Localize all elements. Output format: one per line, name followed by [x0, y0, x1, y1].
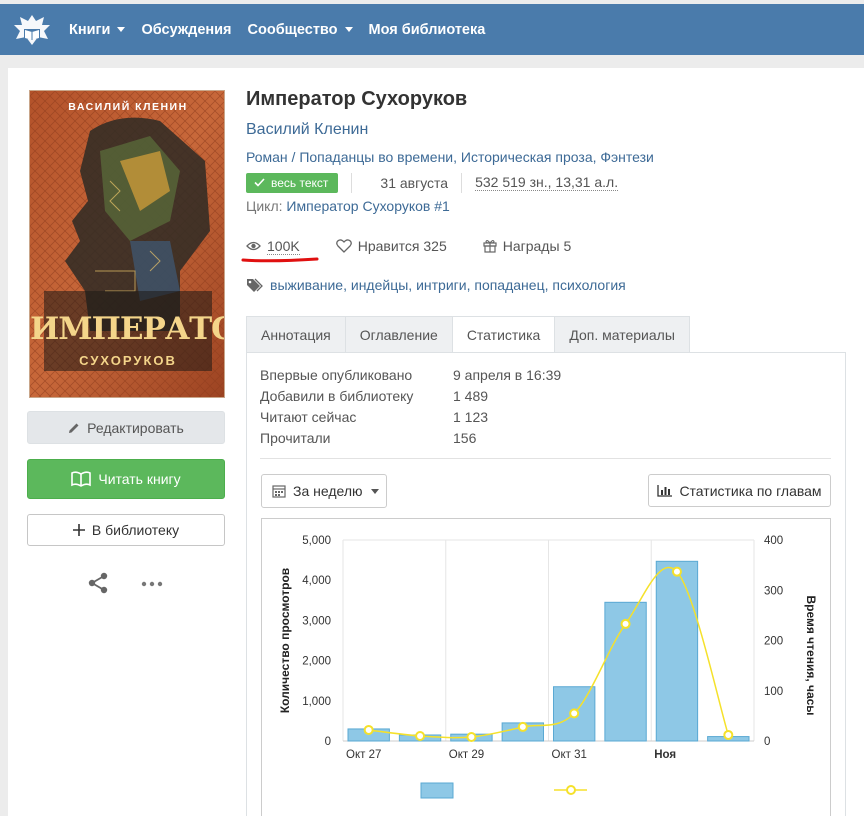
- y2-tick-label: 200: [764, 636, 783, 648]
- chart-point: [466, 731, 477, 742]
- nav-discussions[interactable]: Обсуждения: [141, 22, 231, 38]
- book-cover[interactable]: ВАСИЛИЙ КЛЕНИН ИМПЕРАТОР СУХОРУКОВ: [29, 90, 225, 398]
- y2-axis-title: Время чтения, часы: [804, 595, 818, 715]
- y2-tick-label: 100: [764, 686, 783, 698]
- book-open-icon: [71, 471, 92, 487]
- tag-list: выживание, индейцы, интриги, попаданец, …: [246, 277, 626, 293]
- tab-extra-materials[interactable]: Доп. материалы: [554, 316, 690, 353]
- tag-link[interactable]: индейцы: [351, 277, 408, 293]
- check-icon: [254, 178, 265, 187]
- chart-point: [415, 730, 426, 741]
- views-chart: 0 1,000 2,000 3,000 4,000 5,000 0 100 200 300 400 О…: [261, 518, 831, 816]
- book-meta: весь текст 31 августа 532 519 зн., 13,31…: [246, 172, 619, 193]
- main-nav: Книги Обсуждения Сообщество Моя библиоте…: [69, 4, 501, 55]
- stat-value: 1 489: [453, 388, 489, 404]
- plus-icon: [72, 524, 85, 536]
- read-book-button[interactable]: Читать книгу: [27, 459, 225, 499]
- tab-statistics[interactable]: Статистика: [451, 316, 555, 353]
- add-to-library-button[interactable]: В библиотеку: [27, 514, 225, 546]
- divider: [260, 458, 831, 459]
- nav-books[interactable]: Книги: [69, 22, 126, 38]
- awards-stat[interactable]: Награды 5: [483, 238, 571, 254]
- tags-icon: [246, 278, 263, 292]
- chart-point: [723, 729, 734, 740]
- chart-svg: 0 1,000 2,000 3,000 4,000 5,000 0 100 200 300 400 О…: [278, 535, 818, 799]
- nav-community[interactable]: Сообщество: [248, 22, 353, 38]
- period-select[interactable]: За неделю: [261, 474, 387, 508]
- cover-subtitle: СУХОРУКОВ: [79, 353, 177, 368]
- genre-link[interactable]: Историческая проза: [461, 149, 593, 165]
- chart-bar: [655, 560, 699, 742]
- views-stat[interactable]: 100K: [246, 238, 300, 255]
- share-icon[interactable]: [87, 572, 109, 594]
- stat-label: Добавили в библиотеку: [260, 388, 414, 404]
- publish-date: 31 августа: [380, 174, 449, 191]
- y2-tick-label: 300: [764, 585, 783, 597]
- stat-value: 156: [453, 430, 477, 446]
- chapter-stats-button[interactable]: Статистика по главам: [648, 474, 831, 507]
- y-axis-title: Количество просмотров: [278, 568, 292, 713]
- edit-button[interactable]: Редактировать: [27, 411, 225, 444]
- y-tick-label: 4,000: [302, 575, 331, 587]
- legend-line-marker: [566, 785, 576, 795]
- chevron-down-icon: [370, 488, 379, 494]
- book-title: Император Сухоруков: [246, 88, 468, 110]
- book-cycle: Цикл: Император Сухоруков #1: [246, 198, 450, 214]
- stat-label: Прочитали: [260, 430, 331, 446]
- cover-title: ИМПЕРАТОР: [30, 311, 224, 347]
- top-navbar: Книги Обсуждения Сообщество Моя библиоте…: [0, 4, 864, 55]
- y-tick-label: 0: [325, 736, 331, 748]
- cycle-link[interactable]: Император Сухоруков #1: [286, 198, 449, 214]
- tag-link[interactable]: выживание: [270, 277, 343, 293]
- stat-value: 9 апреля в 16:39: [453, 367, 562, 383]
- genre-link[interactable]: Попаданцы во времени: [299, 149, 453, 165]
- stat-value: 1 123: [453, 409, 489, 425]
- chart-point: [620, 618, 631, 629]
- book-stats-row: 100K Нравится 325 Награды 5: [246, 236, 607, 256]
- tag-link[interactable]: интриги: [416, 277, 467, 293]
- x-tick-label: Окт 29: [449, 749, 484, 761]
- tag-link[interactable]: попаданец: [474, 277, 544, 293]
- book-size: 532 519 зн., 13,31 а.л.: [475, 174, 619, 191]
- y-tick-label: 3,000: [302, 615, 331, 627]
- book-tabs: Аннотация Оглавление Статистика Доп. мат…: [246, 316, 690, 353]
- eye-icon: [246, 241, 261, 251]
- y-tick-label: 1,000: [302, 696, 331, 708]
- pencil-icon: [68, 422, 80, 434]
- heart-icon: [335, 239, 352, 253]
- chart-point: [569, 708, 580, 719]
- site-logo-icon[interactable]: [12, 11, 52, 49]
- legend-bar-swatch: [420, 782, 454, 799]
- y-tick-label: 5,000: [302, 535, 331, 547]
- chart-point: [517, 721, 528, 732]
- genre-link[interactable]: Фэнтези: [600, 149, 654, 165]
- likes-stat[interactable]: Нравится 325: [335, 238, 447, 254]
- chart-point: [671, 566, 682, 577]
- tag-link[interactable]: психология: [552, 277, 625, 293]
- y-tick-label: 2,000: [302, 656, 331, 668]
- more-icon[interactable]: [141, 580, 163, 588]
- bar-chart-icon: [657, 484, 673, 497]
- y2-tick-label: 400: [764, 535, 783, 547]
- nav-my-library[interactable]: Моя библиотека: [369, 22, 486, 38]
- chart-point: [363, 724, 374, 735]
- status-badge: весь текст: [246, 172, 339, 193]
- genre-link[interactable]: Роман: [246, 149, 288, 165]
- x-tick-label: Окт 27: [346, 749, 381, 761]
- stat-label: Впервые опубликовано: [260, 367, 413, 383]
- stat-label: Читают сейчас: [260, 409, 357, 425]
- x-tick-label: Ноя: [654, 749, 676, 761]
- tab-contents[interactable]: Оглавление: [344, 316, 452, 353]
- cover-author: ВАСИЛИЙ КЛЕНИН: [68, 101, 188, 113]
- chevron-down-icon: [117, 27, 126, 32]
- y2-tick-label: 0: [764, 736, 770, 748]
- tab-annotation[interactable]: Аннотация: [246, 316, 345, 353]
- chevron-down-icon: [344, 27, 353, 32]
- gift-icon: [483, 239, 497, 253]
- calendar-icon: [272, 484, 286, 498]
- genre-list: Роман / Попаданцы во времени, Историческ…: [246, 149, 654, 165]
- x-tick-label: Окт 31: [552, 749, 587, 761]
- book-author-link[interactable]: Василий Кленин: [246, 121, 368, 139]
- red-underline-mark: [241, 257, 319, 263]
